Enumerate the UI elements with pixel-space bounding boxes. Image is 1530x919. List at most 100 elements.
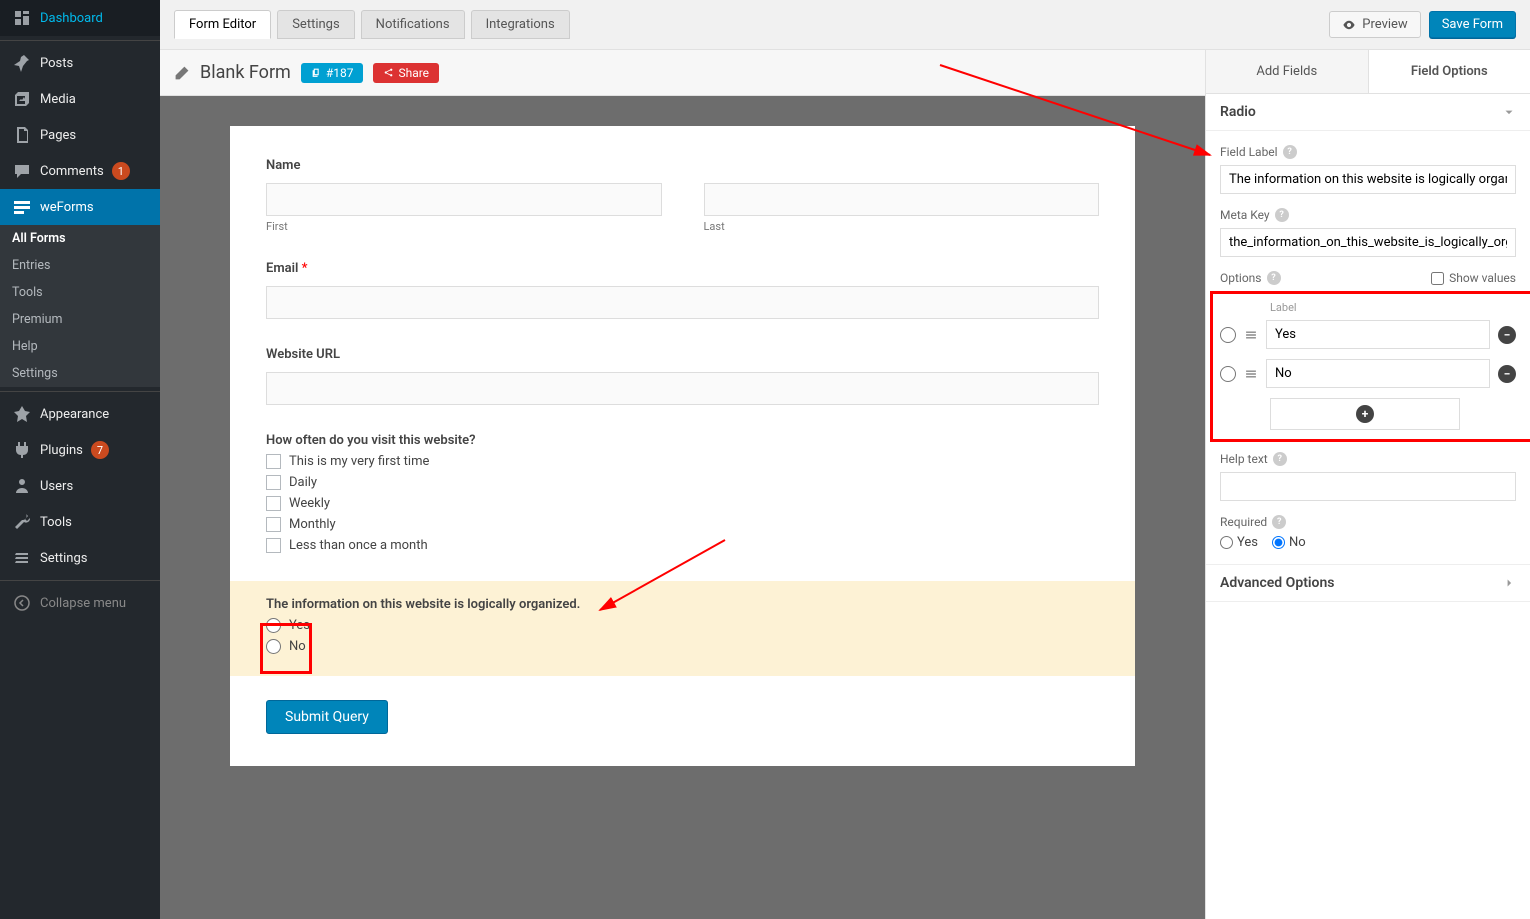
field-url[interactable]: Website URL	[266, 347, 1099, 405]
sidebar-item-comments[interactable]: Comments 1	[0, 153, 160, 189]
comment-icon	[12, 161, 32, 181]
rp-tab-field-options[interactable]: Field Options	[1369, 50, 1530, 93]
show-values-checkbox[interactable]: Show values	[1431, 271, 1516, 285]
info-option-yes[interactable]: Yes	[266, 618, 1099, 633]
sidebar-label: Dashboard	[40, 11, 103, 26]
sidebar-label: Tools	[40, 515, 72, 530]
drag-handle-icon[interactable]	[1244, 367, 1258, 381]
first-name-input[interactable]	[266, 183, 662, 216]
rp-advanced-header[interactable]: Advanced Options	[1206, 564, 1530, 602]
help-icon[interactable]: ?	[1283, 145, 1297, 159]
help-text-input[interactable]	[1220, 472, 1516, 501]
name-label: Name	[266, 158, 1099, 173]
field-name[interactable]: Name First Last	[266, 158, 1099, 233]
chevron-right-icon	[1502, 576, 1516, 590]
sidebar-label: Plugins	[40, 443, 83, 458]
add-option-button[interactable]: +	[1270, 398, 1460, 430]
tab-notifications[interactable]: Notifications	[361, 10, 465, 39]
option-label-input[interactable]	[1266, 359, 1490, 388]
remove-option-button[interactable]: −	[1498, 326, 1516, 344]
rp-tab-add-fields[interactable]: Add Fields	[1206, 50, 1369, 93]
required-yes[interactable]: Yes	[1220, 535, 1258, 550]
submenu-entries[interactable]: Entries	[0, 252, 160, 279]
submenu-premium[interactable]: Premium	[0, 306, 160, 333]
visit-option[interactable]: Daily	[266, 475, 1099, 490]
visit-option[interactable]: Weekly	[266, 496, 1099, 511]
meta-key-input[interactable]	[1220, 228, 1516, 257]
visit-option[interactable]: This is my very first time	[266, 454, 1099, 469]
form-title[interactable]: Blank Form	[200, 62, 291, 83]
help-icon[interactable]: ?	[1275, 208, 1289, 222]
visit-option[interactable]: Monthly	[266, 517, 1099, 532]
sidebar-item-settings[interactable]: Settings	[0, 540, 160, 576]
sidebar-label: Posts	[40, 56, 73, 71]
option-label-input[interactable]	[1266, 320, 1490, 349]
sidebar-item-pages[interactable]: Pages	[0, 117, 160, 153]
sidebar-label: Pages	[40, 128, 76, 143]
url-input[interactable]	[266, 372, 1099, 405]
plus-icon: +	[1356, 405, 1374, 423]
drag-handle-icon[interactable]	[1244, 328, 1258, 342]
submit-button[interactable]: Submit Query	[266, 700, 388, 734]
tab-form-editor[interactable]: Form Editor	[174, 10, 271, 39]
sidebar-label: weForms	[40, 200, 94, 215]
sidebar-label: Settings	[40, 551, 87, 566]
form-canvas: Name First Last	[230, 126, 1135, 766]
form-id-pill[interactable]: #187	[301, 63, 364, 83]
option-default-radio[interactable]	[1220, 327, 1236, 343]
help-icon[interactable]: ?	[1273, 452, 1287, 466]
chevron-down-icon	[1502, 105, 1516, 119]
visit-option[interactable]: Less than once a month	[266, 538, 1099, 553]
sidebar-item-users[interactable]: Users	[0, 468, 160, 504]
submenu-all-forms[interactable]: All Forms	[0, 225, 160, 252]
sidebar-item-posts[interactable]: Posts	[0, 45, 160, 81]
field-info-organized[interactable]: The information on this website is logic…	[230, 581, 1135, 676]
remove-option-button[interactable]: −	[1498, 365, 1516, 383]
field-options-panel: Add Fields Field Options Radio Field Lab…	[1205, 50, 1530, 919]
rp-field-type-header[interactable]: Radio	[1206, 94, 1530, 131]
tab-settings[interactable]: Settings	[277, 10, 354, 39]
plugins-badge: 7	[91, 441, 109, 459]
admin-sidebar: Dashboard Posts Media Pages Comments 1 w…	[0, 0, 160, 919]
sidebar-item-plugins[interactable]: Plugins 7	[0, 432, 160, 468]
sidebar-item-weforms[interactable]: weForms	[0, 189, 160, 225]
pin-icon	[12, 53, 32, 73]
topbar: Form Editor Settings Notifications Integ…	[160, 0, 1530, 50]
submenu-settings[interactable]: Settings	[0, 360, 160, 387]
submenu-tools[interactable]: Tools	[0, 279, 160, 306]
submenu-help[interactable]: Help	[0, 333, 160, 360]
pages-icon	[12, 125, 32, 145]
sidebar-label: Media	[40, 92, 76, 107]
tools-icon	[12, 512, 32, 532]
settings-icon	[12, 548, 32, 568]
field-label-input[interactable]	[1220, 165, 1516, 194]
help-icon[interactable]: ?	[1267, 271, 1281, 285]
option-row-yes: −	[1220, 320, 1516, 349]
tab-integrations[interactable]: Integrations	[471, 10, 570, 39]
share-pill[interactable]: Share	[373, 63, 439, 83]
first-sublabel: First	[266, 220, 662, 233]
field-visit-frequency[interactable]: How often do you visit this website? Thi…	[266, 433, 1099, 553]
email-input[interactable]	[266, 286, 1099, 319]
preview-button[interactable]: Preview	[1329, 11, 1420, 38]
sidebar-label: Comments	[40, 164, 104, 179]
info-option-no[interactable]: No	[266, 639, 1099, 654]
sidebar-item-tools[interactable]: Tools	[0, 504, 160, 540]
media-icon	[12, 89, 32, 109]
pencil-icon	[174, 65, 190, 81]
option-default-radio[interactable]	[1220, 366, 1236, 382]
sidebar-item-appearance[interactable]: Appearance	[0, 396, 160, 432]
main-content: Form Editor Settings Notifications Integ…	[160, 0, 1530, 919]
sidebar-item-dashboard[interactable]: Dashboard	[0, 0, 160, 36]
users-icon	[12, 476, 32, 496]
sidebar-item-media[interactable]: Media	[0, 81, 160, 117]
sidebar-collapse[interactable]: Collapse menu	[0, 585, 160, 621]
sidebar-label: Collapse menu	[40, 596, 126, 611]
last-name-input[interactable]	[704, 183, 1100, 216]
options-title: Options?	[1220, 271, 1281, 285]
collapse-icon	[12, 593, 32, 613]
help-icon[interactable]: ?	[1272, 515, 1286, 529]
save-form-button[interactable]: Save Form	[1429, 11, 1516, 38]
field-email[interactable]: Email *	[266, 261, 1099, 319]
required-no[interactable]: No	[1272, 535, 1306, 550]
